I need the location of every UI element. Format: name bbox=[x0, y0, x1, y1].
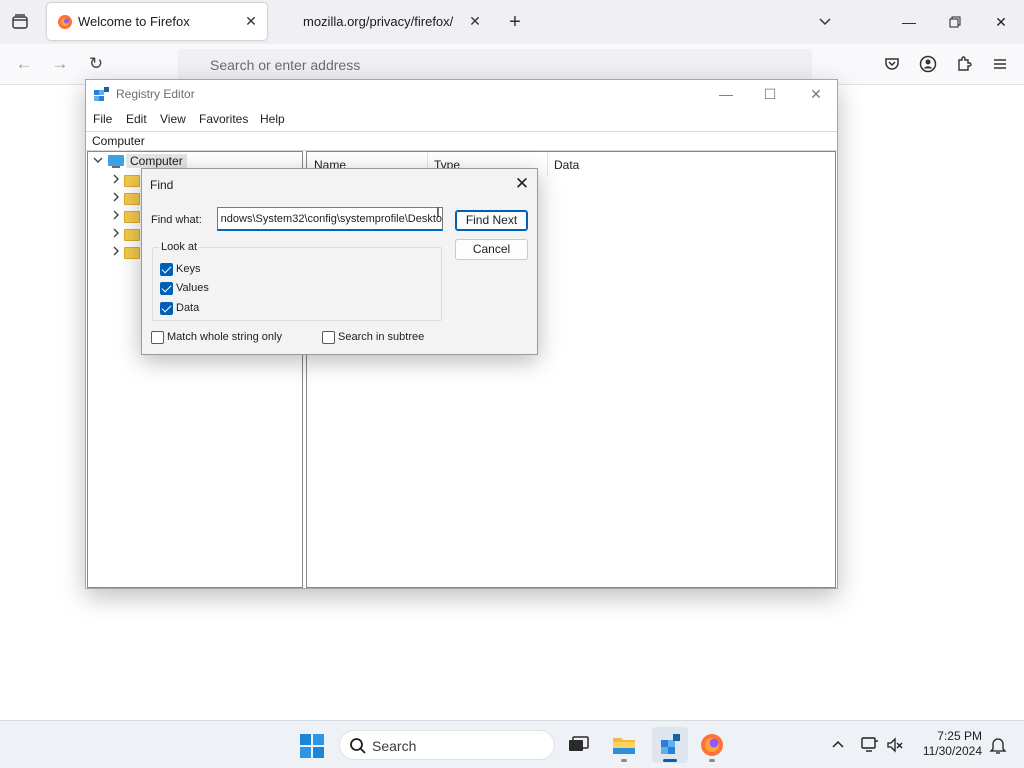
search-icon bbox=[349, 737, 367, 755]
volume-muted-icon[interactable] bbox=[885, 735, 905, 755]
find-what-field[interactable] bbox=[217, 207, 443, 231]
back-arrow-icon[interactable]: ← bbox=[10, 50, 38, 78]
tab-title: Welcome to Firefox bbox=[78, 14, 190, 29]
firefox-taskbar-icon[interactable] bbox=[694, 727, 730, 763]
extensions-icon[interactable] bbox=[954, 54, 974, 74]
values-label[interactable]: Values bbox=[176, 282, 209, 294]
menu-view[interactable]: View bbox=[160, 112, 186, 126]
chevron-down-icon[interactable] bbox=[813, 10, 837, 34]
data-checkbox[interactable] bbox=[160, 302, 173, 315]
start-button[interactable] bbox=[299, 733, 325, 759]
keys-checkbox[interactable] bbox=[160, 263, 173, 276]
find-what-input[interactable] bbox=[218, 208, 442, 229]
clock-time: 7:25 PM bbox=[937, 729, 982, 743]
chevron-down-icon[interactable] bbox=[93, 155, 103, 168]
tab-mozilla-privacy[interactable]: mozilla.org/privacy/firefox/ ✕ bbox=[275, 3, 495, 40]
dialog-title: Find bbox=[150, 178, 174, 192]
pocket-icon[interactable] bbox=[882, 54, 902, 74]
values-checkbox[interactable] bbox=[160, 282, 173, 295]
window-title: Registry Editor bbox=[116, 87, 195, 101]
reload-icon[interactable]: ↻ bbox=[82, 50, 110, 78]
column-header-data[interactable]: Data bbox=[554, 158, 579, 172]
chevron-right-icon[interactable] bbox=[111, 192, 121, 205]
forward-arrow-icon[interactable]: → bbox=[46, 50, 74, 78]
taskbar-search-box[interactable] bbox=[339, 730, 555, 760]
close-tab-icon[interactable]: ✕ bbox=[465, 11, 485, 31]
menu-favorites[interactable]: Favorites bbox=[199, 112, 248, 126]
running-indicator bbox=[621, 759, 627, 762]
address-input[interactable] bbox=[210, 55, 790, 75]
active-indicator bbox=[663, 759, 677, 762]
cancel-button[interactable]: Cancel bbox=[455, 239, 528, 260]
url-bar[interactable] bbox=[178, 49, 812, 81]
taskbar-search-input[interactable] bbox=[372, 737, 542, 755]
folder-icon bbox=[124, 229, 140, 241]
file-explorer-icon[interactable] bbox=[606, 727, 642, 763]
column-divider[interactable] bbox=[547, 152, 548, 176]
menu-file[interactable]: File bbox=[93, 112, 112, 126]
address-path: Computer bbox=[92, 134, 145, 148]
data-label[interactable]: Data bbox=[176, 302, 199, 314]
chevron-up-icon[interactable] bbox=[829, 736, 847, 754]
look-at-legend: Look at bbox=[159, 241, 200, 253]
registry-editor-titlebar[interactable]: Registry Editor — ☐ ✕ bbox=[86, 80, 837, 108]
folder-icon bbox=[124, 175, 140, 187]
account-icon[interactable] bbox=[918, 54, 938, 74]
hamburger-menu-icon[interactable] bbox=[990, 54, 1010, 74]
minimize-button[interactable]: — bbox=[894, 8, 924, 36]
match-whole-string-label[interactable]: Match whole string only bbox=[167, 331, 282, 343]
tab-title: mozilla.org/privacy/firefox/ bbox=[303, 14, 454, 29]
list-all-tabs-icon[interactable] bbox=[8, 10, 32, 34]
system-clock[interactable]: 7:25 PM 11/30/2024 bbox=[916, 729, 982, 759]
network-icon[interactable] bbox=[860, 735, 880, 755]
find-next-button[interactable]: Find Next bbox=[455, 210, 528, 231]
firefox-logo-icon bbox=[57, 14, 73, 30]
address-bar[interactable]: Computer bbox=[86, 131, 837, 151]
new-tab-button[interactable]: + bbox=[503, 10, 527, 34]
search-in-subtree-label[interactable]: Search in subtree bbox=[338, 331, 424, 343]
close-icon[interactable]: ✕ bbox=[508, 172, 536, 196]
chevron-right-icon[interactable] bbox=[111, 246, 121, 259]
chevron-right-icon[interactable] bbox=[111, 228, 121, 241]
task-view-icon[interactable] bbox=[560, 727, 596, 763]
chevron-right-icon[interactable] bbox=[111, 174, 121, 187]
windows-taskbar: 7:25 PM 11/30/2024 bbox=[0, 720, 1024, 768]
restore-button[interactable] bbox=[940, 8, 970, 36]
clock-date: 11/30/2024 bbox=[922, 744, 982, 758]
close-window-button[interactable]: ✕ bbox=[986, 8, 1016, 36]
maximize-button[interactable]: ☐ bbox=[750, 83, 790, 105]
registry-editor-taskbar-icon[interactable] bbox=[652, 727, 688, 763]
keys-label[interactable]: Keys bbox=[176, 263, 200, 275]
folder-icon bbox=[124, 247, 140, 259]
search-in-subtree-checkbox[interactable] bbox=[322, 331, 335, 344]
find-dialog: Find ✕ Find what: I Find Next Cancel Loo… bbox=[141, 168, 538, 355]
close-tab-icon[interactable]: ✕ bbox=[241, 11, 261, 31]
browser-tab-bar: Welcome to Firefox ✕ mozilla.org/privacy… bbox=[0, 0, 1024, 44]
close-window-button[interactable]: ✕ bbox=[796, 83, 836, 105]
chevron-right-icon[interactable] bbox=[111, 210, 121, 223]
menu-bar: File Edit View Favorites Help bbox=[86, 110, 837, 130]
folder-icon bbox=[124, 211, 140, 223]
tab-welcome-to-firefox[interactable]: Welcome to Firefox ✕ bbox=[47, 3, 267, 40]
running-indicator bbox=[709, 759, 715, 762]
text-cursor-icon: I bbox=[436, 204, 440, 220]
tree-label: Computer bbox=[126, 154, 187, 168]
folder-icon bbox=[124, 193, 140, 205]
minimize-button[interactable]: — bbox=[706, 83, 746, 105]
notification-icon[interactable] bbox=[988, 735, 1008, 755]
computer-icon bbox=[108, 155, 124, 168]
menu-help[interactable]: Help bbox=[260, 112, 285, 126]
match-whole-string-checkbox[interactable] bbox=[151, 331, 164, 344]
menu-edit[interactable]: Edit bbox=[126, 112, 147, 126]
registry-editor-icon bbox=[94, 87, 109, 102]
find-what-label: Find what: bbox=[151, 214, 202, 226]
